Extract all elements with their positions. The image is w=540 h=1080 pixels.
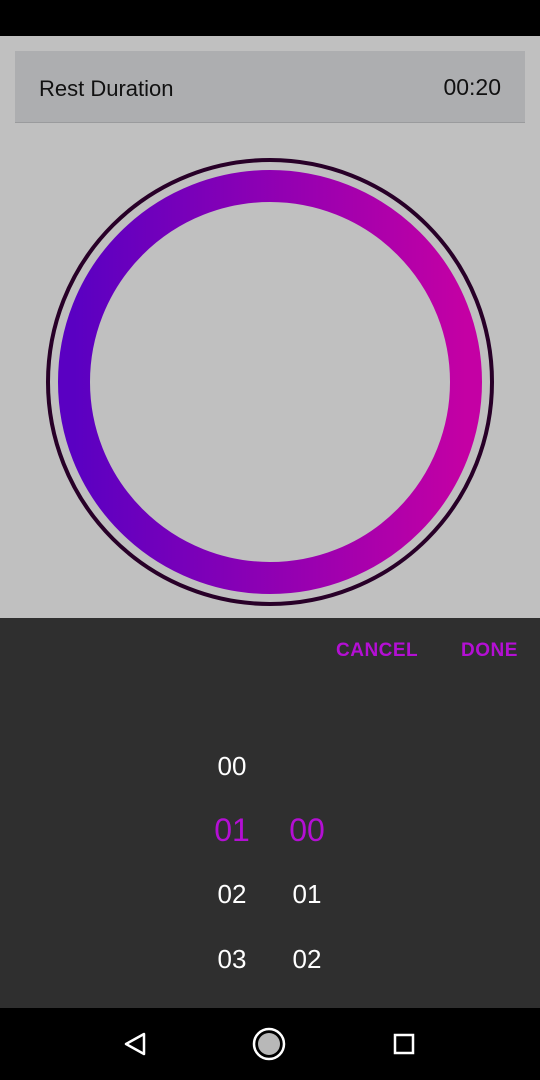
duration-picker-sheet: CANCEL DONE 00 01 02 03 00 01 02 — [0, 618, 540, 1008]
timer-ring — [46, 158, 494, 606]
minutes-option[interactable]: 02 — [192, 877, 272, 911]
minutes-selected[interactable]: 01 — [192, 813, 272, 847]
minutes-wheel[interactable]: 00 01 02 03 — [192, 618, 272, 1008]
seconds-option[interactable]: 01 — [267, 877, 347, 911]
back-triangle-icon[interactable] — [113, 1022, 157, 1066]
home-circle-icon[interactable] — [247, 1022, 291, 1066]
seconds-selected[interactable]: 00 — [267, 813, 347, 847]
seconds-wheel[interactable]: 00 01 02 — [267, 618, 347, 1008]
minutes-option[interactable]: 00 — [192, 749, 272, 783]
navigation-bar — [0, 1008, 540, 1080]
status-bar — [0, 0, 540, 36]
timer-ring-progress — [58, 170, 482, 594]
recent-square-icon[interactable] — [382, 1022, 426, 1066]
done-button[interactable]: DONE — [461, 640, 518, 662]
cancel-button[interactable]: CANCEL — [336, 640, 418, 662]
main-content: Rest Duration 00:20 — [0, 36, 540, 618]
seconds-option[interactable]: 02 — [267, 942, 347, 976]
timer-ring-outline — [46, 158, 494, 606]
minutes-option[interactable]: 03 — [192, 942, 272, 976]
